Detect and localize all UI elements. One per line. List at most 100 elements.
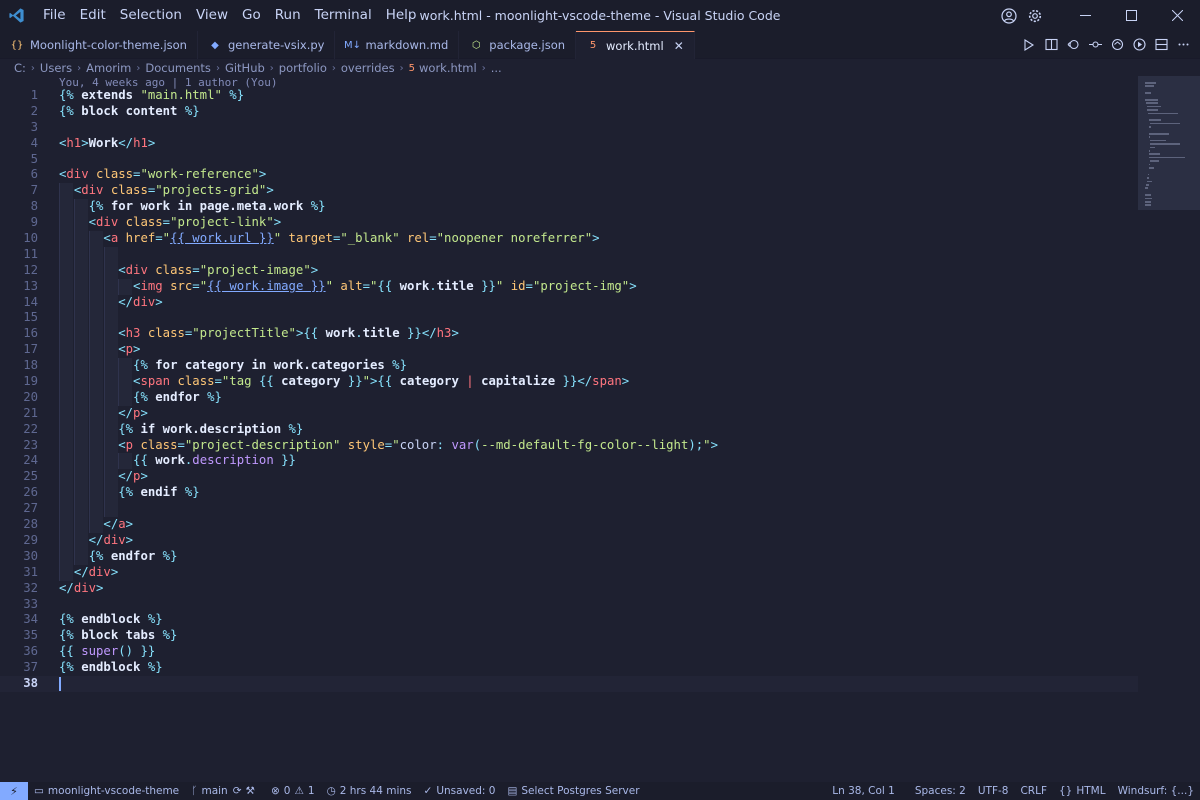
line-number[interactable]: 20 (0, 390, 38, 406)
compare-icon[interactable] (1106, 31, 1128, 59)
status-encoding[interactable]: UTF-8 (972, 782, 1015, 800)
code-line[interactable]: 37 {% endblock %} (0, 660, 1138, 676)
code-line[interactable]: 3 (0, 120, 1138, 136)
status-repo[interactable]: ▭ moonlight-vscode-theme (28, 782, 185, 800)
code-line[interactable]: 1 {% extends "main.html" %} (0, 88, 1138, 104)
line-number[interactable]: 3 (0, 120, 38, 136)
line-number[interactable]: 10 (0, 231, 38, 247)
sync-icon[interactable]: ⟳ (233, 785, 242, 797)
code-line[interactable]: 22 {% if work.description %} (0, 421, 1138, 438)
code-line[interactable]: 24 {{ work.description }} (0, 453, 1138, 470)
line-number[interactable]: 4 (0, 136, 38, 152)
tab-generate-vsix-py[interactable]: ◆ generate-vsix.py (198, 31, 336, 59)
go-back-icon[interactable] (1062, 31, 1084, 59)
status-position[interactable]: Ln 38, Col 1 (826, 782, 901, 800)
line-number[interactable]: 19 (0, 374, 38, 390)
line-number[interactable]: 38 (0, 676, 38, 692)
line-number[interactable]: 35 (0, 628, 38, 644)
code-line[interactable]: 34 {% endblock %} (0, 612, 1138, 628)
code-line[interactable]: 27 (0, 501, 1138, 518)
line-number[interactable]: 24 (0, 453, 38, 469)
menu-terminal[interactable]: Terminal (308, 0, 379, 31)
status-language[interactable]: {} HTML (1053, 782, 1112, 800)
line-number[interactable]: 7 (0, 183, 38, 199)
code-line[interactable]: 11 (0, 246, 1138, 263)
code-line[interactable]: 10 <a href="{{ work.url }}" target="_bla… (0, 231, 1138, 247)
menu-selection[interactable]: Selection (113, 0, 189, 31)
line-number[interactable]: 22 (0, 422, 38, 438)
gear-icon[interactable] (1022, 0, 1048, 31)
tab-markdown-md[interactable]: M↓ markdown.md (335, 31, 460, 59)
close-window-button[interactable] (1154, 0, 1200, 31)
code-line[interactable]: 4 <h1>Work</h1> (0, 136, 1138, 152)
menu-view[interactable]: View (189, 0, 235, 31)
code-line[interactable]: 29 </div> (0, 532, 1138, 549)
code-line[interactable]: 16 <h3 class="projectTitle">{{ work.titl… (0, 326, 1138, 343)
account-icon[interactable] (996, 0, 1022, 31)
code-line[interactable]: 31 </div> (0, 564, 1138, 581)
code-line[interactable]: 5 (0, 152, 1138, 168)
code-line[interactable]: 20 {% endfor %} (0, 389, 1138, 406)
line-number[interactable]: 12 (0, 263, 38, 279)
line-number[interactable]: 29 (0, 533, 38, 549)
line-number[interactable]: 27 (0, 501, 38, 517)
line-number[interactable]: 13 (0, 279, 38, 295)
code-line[interactable]: 33 (0, 597, 1138, 613)
code-line[interactable]: 8 {% for work in page.meta.work %} (0, 199, 1138, 216)
line-number[interactable]: 33 (0, 597, 38, 613)
breadcrumb-item[interactable]: portfolio (279, 61, 327, 75)
minimize-button[interactable] (1062, 0, 1108, 31)
minimap[interactable] (1138, 76, 1200, 782)
code-line[interactable]: 7 <div class="projects-grid"> (0, 183, 1138, 200)
breadcrumb-item[interactable]: Documents (145, 61, 211, 75)
code-line[interactable]: 15 (0, 310, 1138, 327)
timeline-icon[interactable] (1084, 31, 1106, 59)
close-tab-icon[interactable]: ✕ (674, 39, 684, 53)
status-problems[interactable]: ⊗ 0 ⚠ 1 (265, 782, 321, 800)
line-number[interactable]: 15 (0, 310, 38, 326)
breadcrumb-item[interactable]: overrides (341, 61, 395, 75)
status-eol[interactable]: CRLF (1014, 782, 1053, 800)
line-number[interactable]: 21 (0, 406, 38, 422)
remote-indicator-icon[interactable]: ⚡ (0, 782, 28, 800)
code-line[interactable]: 9 <div class="project-link"> (0, 215, 1138, 232)
code-line[interactable]: 32 </div> (0, 581, 1138, 597)
code-line[interactable]: 14 </div> (0, 294, 1138, 311)
tab-work-html[interactable]: 5 work.html ✕ (576, 31, 695, 59)
line-number[interactable]: 28 (0, 517, 38, 533)
code-line[interactable]: 23 <p class="project-description" style=… (0, 437, 1138, 454)
code-line[interactable]: 36 {{ super() }} (0, 644, 1138, 660)
run-icon[interactable] (1018, 31, 1040, 59)
line-number[interactable]: 2 (0, 104, 38, 120)
menu-file[interactable]: File (36, 0, 73, 31)
status-spaces[interactable]: Spaces: 2 (901, 782, 972, 800)
line-number[interactable]: 25 (0, 469, 38, 485)
split-editor-icon[interactable] (1150, 31, 1172, 59)
code-line[interactable]: 17 <p> (0, 342, 1138, 359)
tab-package-json[interactable]: ⬡ package.json (459, 31, 577, 59)
menu-edit[interactable]: Edit (73, 0, 113, 31)
status-branch[interactable]: ᚴ main ⟳ ⚒ (185, 782, 265, 800)
line-number[interactable]: 34 (0, 612, 38, 628)
code-line[interactable]: 6 <div class="work-reference"> (0, 167, 1138, 183)
code-line[interactable]: 28 </a> (0, 517, 1138, 533)
debug-run-icon[interactable] (1128, 31, 1150, 59)
breadcrumb-item[interactable]: Users (40, 61, 72, 75)
line-number[interactable]: 1 (0, 88, 38, 104)
code-editor[interactable]: 1 {% extends "main.html" %} 2 {% block cont… (0, 88, 1138, 782)
line-number[interactable]: 18 (0, 358, 38, 374)
code-line[interactable]: 21 </p> (0, 405, 1138, 422)
line-number[interactable]: 17 (0, 342, 38, 358)
maximize-button[interactable] (1108, 0, 1154, 31)
status-postgres[interactable]: ▤ Select Postgres Server (501, 782, 645, 800)
breadcrumb-item[interactable]: C: (14, 61, 26, 75)
code-line[interactable]: 30 {% endfor %} (0, 548, 1138, 565)
line-number[interactable]: 26 (0, 485, 38, 501)
line-number[interactable]: 8 (0, 199, 38, 215)
line-number[interactable]: 31 (0, 565, 38, 581)
line-number[interactable]: 37 (0, 660, 38, 676)
breadcrumb-item[interactable]: Amorim (86, 61, 131, 75)
status-time[interactable]: ◷ 2 hrs 44 mins (321, 782, 418, 800)
breadcrumb-item[interactable]: work.html (419, 61, 477, 75)
line-number[interactable]: 30 (0, 549, 38, 565)
